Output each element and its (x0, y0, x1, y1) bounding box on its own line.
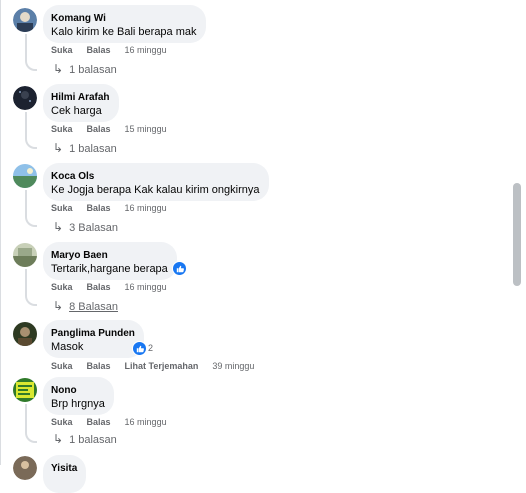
like-link[interactable]: Suka (51, 361, 73, 371)
comment-author[interactable]: Komang Wi (51, 12, 197, 25)
comment-bubble: Nono Brp hrgnya (43, 377, 114, 415)
translate-link[interactable]: Lihat Terjemahan (125, 361, 199, 371)
like-reaction-icon[interactable] (172, 261, 187, 276)
timestamp[interactable]: 39 minggu (212, 361, 254, 371)
view-replies[interactable]: ↳ 1 balasan (53, 141, 117, 156)
comment-actions: Suka Balas 16 minggu (51, 416, 167, 428)
comment-author[interactable]: Nono (51, 384, 105, 397)
comment-bubble: Koca Ols Ke Jogja berapa Kak kalau kirim… (43, 163, 269, 201)
thread-curve (25, 294, 37, 306)
comment-author[interactable]: Maryo Baen (51, 249, 168, 262)
comment-text: Masok (51, 341, 84, 353)
thread-line (25, 34, 27, 59)
timestamp[interactable]: 16 minggu (125, 282, 167, 292)
reaction-count[interactable]: 2 (148, 343, 153, 353)
reply-link[interactable]: Balas (87, 361, 111, 371)
like-link[interactable]: Suka (51, 417, 73, 427)
comment-text: Brp hrgnya (51, 398, 105, 410)
comment-bubble: Hilmi Arafah Cek harga (43, 84, 119, 122)
replies-label: 1 balasan (69, 143, 117, 155)
comment-author[interactable]: Hilmi Arafah (51, 91, 110, 104)
replies-label: 1 balasan (69, 64, 117, 76)
reply-arrow-icon: ↳ (53, 62, 64, 76)
comment-bubble: Komang Wi Kalo kirim ke Bali berapa mak (43, 5, 206, 43)
like-reaction-icon[interactable] (132, 341, 147, 356)
reply-link[interactable]: Balas (87, 45, 111, 55)
comment-actions: Suka Balas Lihat Terjemahan 39 minggu (51, 360, 254, 372)
reply-arrow-icon: ↳ (53, 220, 64, 234)
comment-bubble: Yisita (43, 455, 87, 493)
timestamp[interactable]: 15 minggu (125, 124, 167, 134)
thread-curve (25, 137, 37, 149)
avatar[interactable] (13, 86, 37, 110)
thread-line (25, 404, 27, 431)
comment-text: Kalo kirim ke Bali berapa mak (51, 26, 197, 38)
comment-actions: Suka Balas 15 minggu (51, 123, 167, 135)
like-link[interactable]: Suka (51, 282, 73, 292)
thread-curve (25, 215, 37, 227)
comment-author[interactable]: Yisita (51, 462, 77, 475)
view-replies[interactable]: ↳ 3 Balasan (53, 220, 118, 235)
thread-line (25, 269, 27, 294)
comment-actions: Suka Balas 16 minggu (51, 202, 167, 214)
replies-label: 1 balasan (69, 434, 117, 446)
view-replies[interactable]: ↳ 8 Balasan (53, 299, 118, 314)
scrollbar-thumb[interactable] (513, 183, 521, 286)
timestamp[interactable]: 16 minggu (125, 417, 167, 427)
like-link[interactable]: Suka (51, 203, 73, 213)
panel-left-border (0, 0, 1, 465)
thread-curve (25, 59, 37, 71)
avatar[interactable] (13, 456, 37, 480)
comment-author[interactable]: Koca Ols (51, 170, 260, 183)
comment-actions: Suka Balas 16 minggu (51, 281, 167, 293)
comment-text: Ke Jogja berapa Kak kalau kirim ongkirny… (51, 184, 260, 196)
reply-arrow-icon: ↳ (53, 141, 64, 155)
reply-link[interactable]: Balas (87, 417, 111, 427)
comment-bubble: Maryo Baen Tertarik,hargane berapa (43, 242, 177, 280)
comment-author[interactable]: Panglima Punden (51, 327, 135, 340)
reply-arrow-icon: ↳ (53, 432, 64, 446)
like-link[interactable]: Suka (51, 45, 73, 55)
reply-link[interactable]: Balas (87, 124, 111, 134)
avatar[interactable] (13, 378, 37, 402)
comment-bubble: Panglima Punden Masok (43, 320, 144, 358)
avatar[interactable] (13, 243, 37, 267)
replies-label: 3 Balasan (69, 222, 118, 234)
reply-link[interactable]: Balas (87, 282, 111, 292)
thread-line (25, 112, 27, 137)
comment-text: Cek harga (51, 105, 102, 117)
thread-curve (25, 431, 37, 443)
avatar[interactable] (13, 8, 37, 32)
avatar[interactable] (13, 164, 37, 188)
reply-link[interactable]: Balas (87, 203, 111, 213)
view-replies[interactable]: ↳ 1 balasan (53, 62, 117, 77)
view-replies[interactable]: ↳ 1 balasan (53, 432, 117, 447)
comment-text: Tertarik,hargane berapa (51, 263, 168, 275)
reply-arrow-icon: ↳ (53, 299, 64, 313)
avatar[interactable] (13, 322, 37, 346)
comment-actions: Suka Balas 16 minggu (51, 44, 167, 56)
timestamp[interactable]: 16 minggu (125, 203, 167, 213)
like-link[interactable]: Suka (51, 124, 73, 134)
thread-line (25, 190, 27, 215)
timestamp[interactable]: 16 minggu (125, 45, 167, 55)
replies-label: 8 Balasan (69, 301, 118, 313)
